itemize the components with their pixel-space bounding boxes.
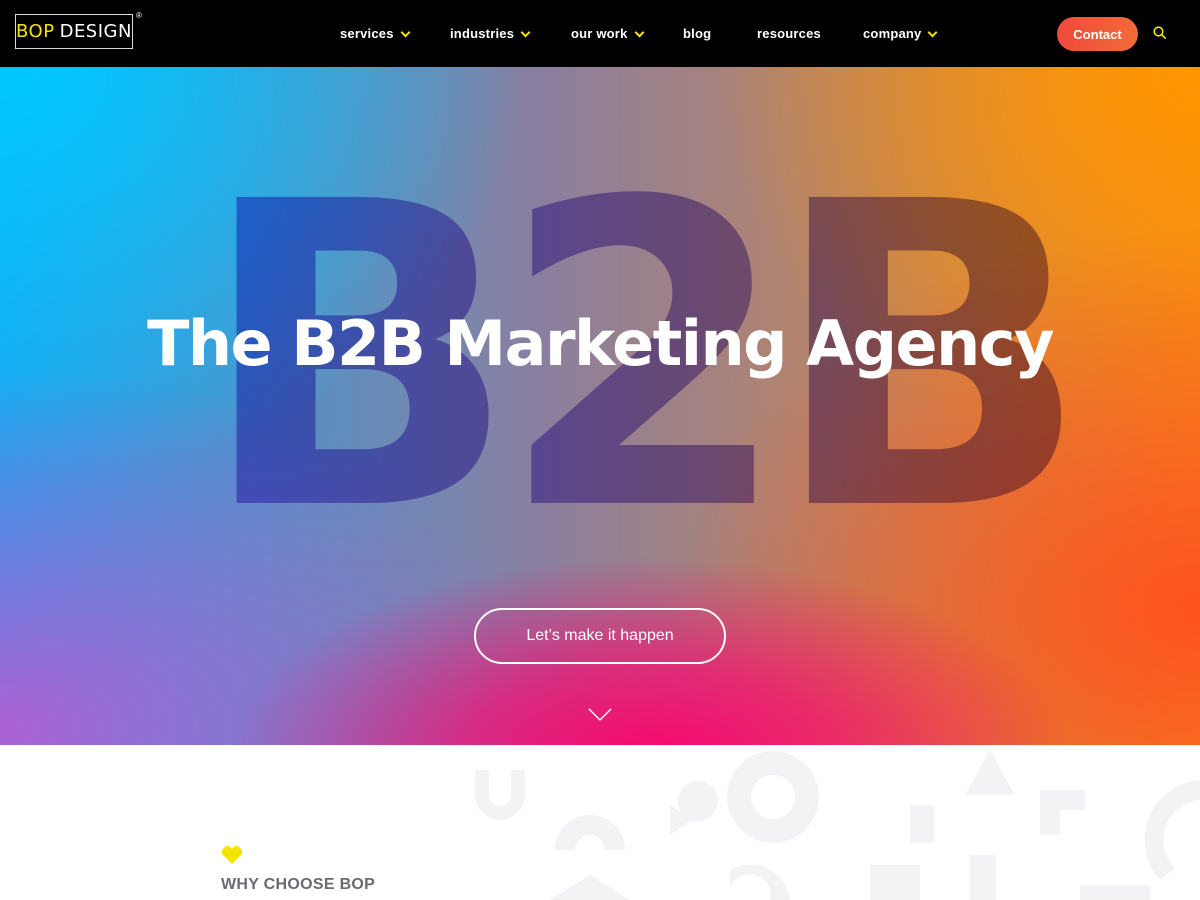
nav-item-industries[interactable]: industries (450, 26, 531, 41)
logo-word-bop: BOP (16, 21, 55, 42)
heart-icon (222, 846, 242, 864)
section-eyebrow: WHY CHOOSE BOP (221, 876, 376, 893)
logo-word-design: DESIGN (59, 21, 132, 42)
nav-item-services[interactable]: services (340, 26, 411, 41)
chevron-down-icon (400, 27, 411, 37)
nav-item-our-work[interactable]: our work (571, 26, 644, 41)
nav-label: resources (757, 26, 821, 41)
nav-label: blog (683, 26, 712, 41)
nav-label: services (340, 26, 394, 41)
nav-label: our work (571, 26, 628, 41)
contact-button[interactable]: Contact (1057, 17, 1138, 51)
decorative-shapes (475, 750, 1200, 900)
hero-title: The B2B Marketing Agency (147, 307, 1054, 380)
hero-section: B2B The B2B Marketing Agency Let’s make … (0, 67, 1200, 745)
search-icon[interactable] (1153, 26, 1166, 39)
nav-label: industries (450, 26, 515, 41)
nav-item-resources[interactable]: resources (757, 26, 821, 41)
logo[interactable]: BOP DESIGN (15, 14, 133, 49)
registered-mark: ® (136, 11, 142, 20)
chevron-down-icon (928, 27, 938, 37)
nav-item-blog[interactable]: blog (683, 26, 711, 41)
site-header: BOP DESIGN ® services industries our wor… (0, 0, 1200, 67)
nav-label: company (863, 26, 922, 41)
chevron-down-icon (634, 27, 644, 37)
chevron-down-icon (520, 27, 531, 37)
cta-button[interactable]: Let’s make it happen (474, 608, 726, 664)
chevron-down-icon[interactable] (588, 708, 612, 722)
nav-item-company[interactable]: company (863, 26, 938, 41)
